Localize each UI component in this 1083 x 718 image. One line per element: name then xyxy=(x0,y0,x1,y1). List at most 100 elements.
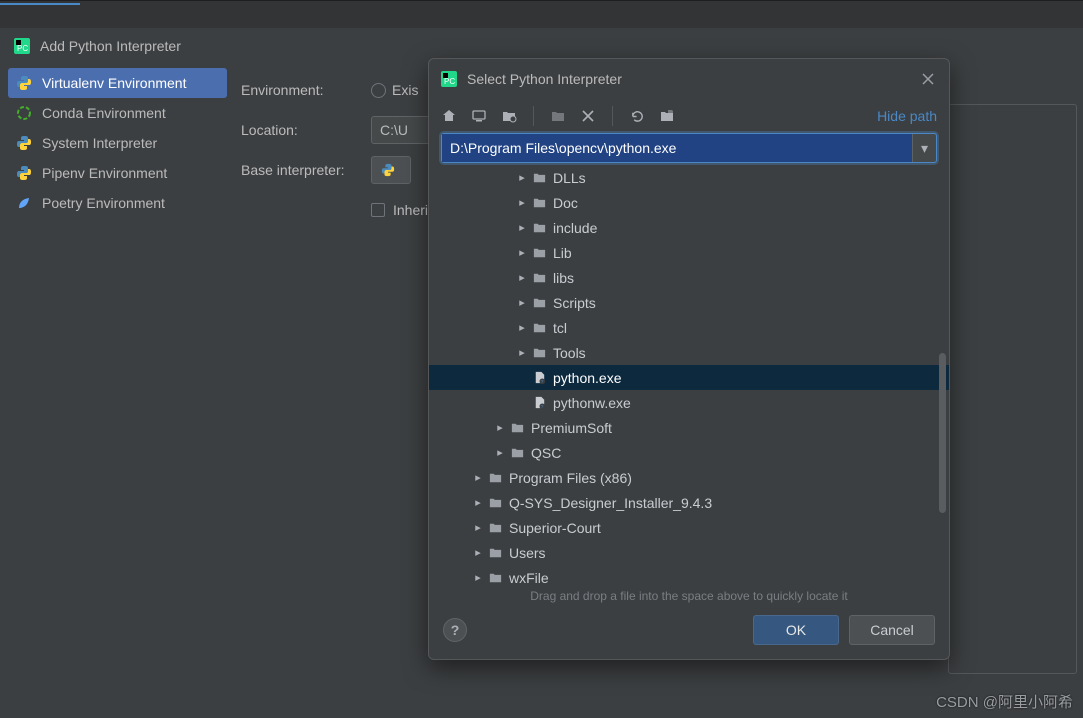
tree-folder[interactable]: Lib xyxy=(429,240,949,265)
help-button[interactable]: ? xyxy=(443,618,467,642)
close-icon[interactable] xyxy=(919,70,937,88)
tree-folder[interactable]: wxFile xyxy=(429,565,949,583)
tree-node-label: include xyxy=(553,220,597,236)
expand-arrow-icon[interactable] xyxy=(493,446,507,459)
scrollbar-thumb[interactable] xyxy=(939,353,946,513)
environment-label: Environment: xyxy=(241,82,371,98)
select-interpreter-dialog: PC Select Python Interpreter Hide path D… xyxy=(428,58,950,660)
folder-icon xyxy=(531,345,547,361)
expand-arrow-icon[interactable] xyxy=(515,221,529,234)
svg-text:?: ? xyxy=(540,404,543,409)
expand-arrow-icon[interactable] xyxy=(515,171,529,184)
sidebar-item-poetry-environment[interactable]: Poetry Environment xyxy=(8,188,227,218)
dialog-footer: ? OK Cancel xyxy=(429,605,949,659)
tree-folder[interactable]: include xyxy=(429,215,949,240)
tree-file[interactable]: ?pythonw.exe xyxy=(429,390,949,415)
folder-icon xyxy=(487,495,503,511)
path-combobox[interactable]: D:\Program Files\opencv\python.exe ▾ xyxy=(441,133,937,163)
tree-folder[interactable]: DLLs xyxy=(429,165,949,190)
sidebar-item-virtualenv-environment[interactable]: Virtualenv Environment xyxy=(8,68,227,98)
outer-titlebar xyxy=(0,0,1083,28)
poetry-icon xyxy=(16,195,32,211)
expand-arrow-icon[interactable] xyxy=(471,521,485,534)
tree-folder[interactable]: libs xyxy=(429,265,949,290)
tree-file[interactable]: ? python.exe xyxy=(429,365,949,390)
interpreter-type-sidebar: Virtualenv Environment Conda Environment S… xyxy=(0,64,235,718)
sidebar-item-label: Pipenv Environment xyxy=(42,165,167,181)
base-interpreter-dropdown[interactable] xyxy=(371,156,411,184)
expand-arrow-icon[interactable] xyxy=(471,496,485,509)
chevron-down-icon[interactable]: ▾ xyxy=(912,134,936,162)
watermark: CSDN @阿里小阿希 xyxy=(936,691,1073,712)
inner-dialog-title: Select Python Interpreter xyxy=(467,71,622,87)
tree-folder[interactable]: Superior-Court xyxy=(429,515,949,540)
tree-folder[interactable]: tcl xyxy=(429,315,949,340)
folder-icon xyxy=(531,245,547,261)
expand-arrow-icon[interactable] xyxy=(515,296,529,309)
base-interpreter-label: Base interpreter: xyxy=(241,162,371,178)
svg-text:PC: PC xyxy=(444,77,455,86)
file-icon: ? xyxy=(531,395,547,411)
tree-folder[interactable]: Q-SYS_Designer_Installer_9.4.3 xyxy=(429,490,949,515)
sidebar-item-label: Poetry Environment xyxy=(42,195,165,211)
tree-node-label: PremiumSoft xyxy=(531,420,612,436)
ok-button[interactable]: OK xyxy=(753,615,839,645)
tree-node-label: wxFile xyxy=(509,570,549,584)
expand-arrow-icon[interactable] xyxy=(493,421,507,434)
tree-folder[interactable]: Program Files (x86) xyxy=(429,465,949,490)
drop-hint: Drag and drop a file into the space abov… xyxy=(429,583,949,605)
refresh-icon[interactable] xyxy=(629,108,645,124)
python-icon xyxy=(16,75,32,91)
expand-arrow-icon[interactable] xyxy=(515,321,529,334)
expand-arrow-icon[interactable] xyxy=(471,571,485,583)
project-icon[interactable] xyxy=(501,108,517,124)
tree-node-label: python.exe xyxy=(553,370,622,386)
inner-dialog-header[interactable]: PC Select Python Interpreter xyxy=(429,59,949,99)
folder-icon xyxy=(531,320,547,336)
folder-icon xyxy=(487,520,503,536)
tree-folder[interactable]: Doc xyxy=(429,190,949,215)
folder-icon xyxy=(531,295,547,311)
sidebar-item-label: Virtualenv Environment xyxy=(42,75,186,91)
hide-path-link[interactable]: Hide path xyxy=(877,108,937,124)
expand-arrow-icon[interactable] xyxy=(471,546,485,559)
new-folder-icon[interactable] xyxy=(550,108,566,124)
environment-existing-radio[interactable] xyxy=(371,83,386,98)
show-hidden-icon[interactable] xyxy=(659,108,675,124)
expand-arrow-icon[interactable] xyxy=(515,196,529,209)
tree-node-label: Doc xyxy=(553,195,578,211)
file-chooser-toolbar: Hide path xyxy=(429,99,949,133)
file-tree[interactable]: DLLsDocincludeLiblibsScriptstclTools?pyt… xyxy=(429,163,949,583)
tree-folder[interactable]: Tools xyxy=(429,340,949,365)
desktop-icon[interactable] xyxy=(471,108,487,124)
folder-icon xyxy=(531,195,547,211)
tree-folder[interactable]: QSC xyxy=(429,440,949,465)
home-icon[interactable] xyxy=(441,108,457,124)
sidebar-item-pipenv-environment[interactable]: Pipenv Environment xyxy=(8,158,227,188)
expand-arrow-icon[interactable] xyxy=(515,271,529,284)
sidebar-item-label: Conda Environment xyxy=(42,105,166,121)
tree-folder[interactable]: PremiumSoft xyxy=(429,415,949,440)
tree-node-label: Users xyxy=(509,545,546,561)
location-label: Location: xyxy=(241,122,371,138)
sidebar-item-system-interpreter[interactable]: System Interpreter xyxy=(8,128,227,158)
inherit-checkbox[interactable] xyxy=(371,203,385,217)
folder-icon xyxy=(509,420,525,436)
tree-node-label: Program Files (x86) xyxy=(509,470,632,486)
sidebar-item-conda-environment[interactable]: Conda Environment xyxy=(8,98,227,128)
cancel-button[interactable]: Cancel xyxy=(849,615,935,645)
folder-icon xyxy=(531,220,547,236)
delete-icon[interactable] xyxy=(580,108,596,124)
tree-folder[interactable]: Scripts xyxy=(429,290,949,315)
tree-node-label: Superior-Court xyxy=(509,520,601,536)
tree-node-label: tcl xyxy=(553,320,567,336)
tree-node-label: Tools xyxy=(553,345,586,361)
tree-folder[interactable]: Users xyxy=(429,540,949,565)
svg-text:?: ? xyxy=(540,379,543,384)
expand-arrow-icon[interactable] xyxy=(515,346,529,359)
expand-arrow-icon[interactable] xyxy=(471,471,485,484)
path-input[interactable]: D:\Program Files\opencv\python.exe xyxy=(442,134,912,162)
expand-arrow-icon[interactable] xyxy=(515,246,529,259)
folder-icon xyxy=(487,470,503,486)
folder-icon xyxy=(531,170,547,186)
